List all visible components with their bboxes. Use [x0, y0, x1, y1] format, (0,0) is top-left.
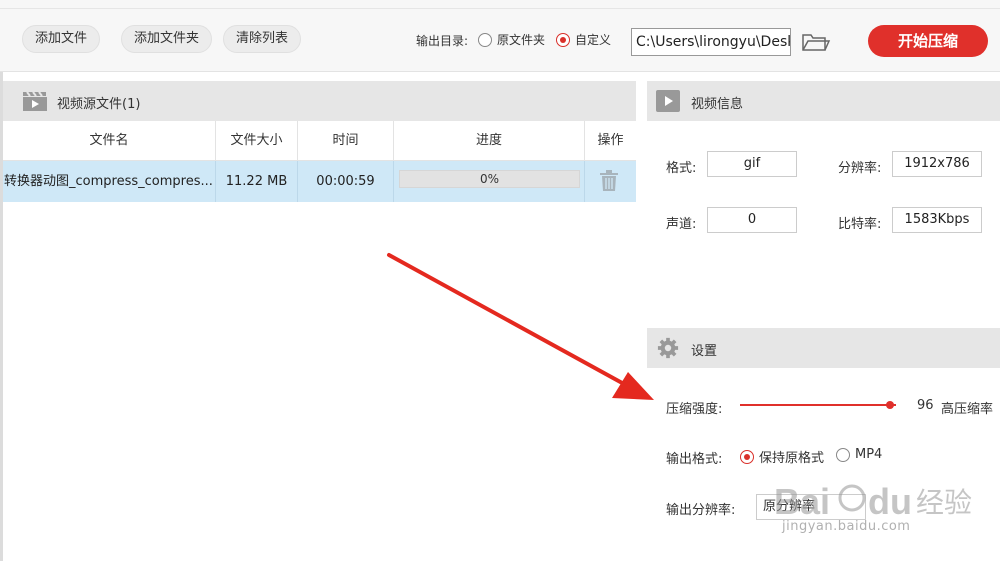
radio-circle — [836, 447, 850, 462]
strength-slider-track[interactable] — [740, 404, 896, 406]
video-info-header: 视频信息 — [647, 81, 1000, 121]
bitrate-value: 1583Kbps — [892, 207, 982, 233]
radio-original-folder[interactable]: 原文件夹 — [478, 31, 545, 48]
settings-header: 设置 — [647, 328, 1000, 368]
col-filename[interactable]: 文件名 — [3, 121, 216, 161]
radio-original-label: 原文件夹 — [497, 33, 546, 47]
strength-tag: 高压缩率 — [941, 402, 994, 417]
source-title: 视频源文件(1) — [57, 97, 141, 112]
output-path-input[interactable]: C:\Users\lirongyu\Desk — [631, 28, 791, 56]
col-action: 操作 — [597, 133, 624, 148]
radio-mp4-label: MP4 — [855, 447, 883, 462]
svg-text:Bai: Bai — [774, 481, 830, 522]
bitrate-label: 比特率: — [838, 217, 882, 232]
progress-text: 0% — [479, 172, 500, 186]
col-filesize[interactable]: 文件大小 — [216, 121, 298, 161]
output-format-label: 输出格式: — [666, 452, 723, 467]
play-icon — [656, 90, 680, 112]
resolution-label: 分辨率: — [838, 161, 882, 176]
top-divider — [0, 8, 1000, 9]
channels-label: 声道: — [666, 217, 697, 232]
baidu-watermark-logo: Bai du 经验 — [774, 481, 972, 522]
svg-text:经验: 经验 — [916, 486, 972, 519]
strength-slider-thumb[interactable] — [885, 401, 894, 409]
start-compress-button[interactable]: 开始压缩 — [868, 25, 988, 57]
table-header: 文件名 文件大小 时间 进度 操作 — [3, 121, 636, 161]
folder-icon[interactable] — [801, 31, 831, 53]
video-info-title: 视频信息 — [691, 97, 744, 112]
output-dir-label: 输出目录: — [416, 34, 469, 48]
col-duration[interactable]: 时间 — [298, 121, 394, 161]
radio-custom-label: 自定义 — [575, 33, 612, 47]
radio-custom-folder[interactable]: 自定义 — [556, 31, 611, 48]
progress-bar: 0% — [399, 170, 580, 188]
toolbar: 添加文件 添加文件夹 清除列表 输出目录: 原文件夹 自定义 C:\Users\… — [0, 0, 1000, 72]
add-folder-button[interactable]: 添加文件夹 — [121, 25, 213, 53]
row-filename: 转换器动图_compress_compres... — [3, 161, 216, 202]
strength-label: 压缩强度: — [666, 402, 723, 417]
clear-list-button[interactable]: 清除列表 — [223, 25, 302, 53]
radio-circle-selected — [740, 449, 754, 464]
radio-mp4[interactable]: MP4 — [836, 447, 882, 462]
radio-circle — [478, 32, 492, 47]
table-row[interactable]: 转换器动图_compress_compres... 11.22 MB 00:00… — [3, 161, 636, 202]
output-resolution-label: 输出分辨率: — [666, 503, 736, 518]
col-progress[interactable]: 进度 — [394, 121, 585, 161]
video-clapper-icon — [23, 91, 47, 111]
settings-title: 设置 — [691, 344, 718, 359]
resolution-value: 1912x786 — [892, 151, 982, 177]
trash-icon[interactable] — [599, 170, 619, 192]
source-header: 视频源文件(1) — [3, 81, 636, 121]
format-label: 格式: — [666, 161, 697, 176]
radio-circle-selected — [556, 32, 570, 47]
row-duration: 00:00:59 — [298, 161, 394, 202]
svg-text:du: du — [868, 481, 912, 522]
row-filesize: 11.22 MB — [216, 161, 298, 202]
radio-keep-format-label: 保持原格式 — [759, 451, 825, 466]
gear-icon — [657, 337, 679, 359]
strength-value: 96 — [917, 398, 934, 413]
radio-keep-format[interactable]: 保持原格式 — [740, 447, 824, 466]
add-file-button[interactable]: 添加文件 — [22, 25, 101, 53]
format-value: gif — [707, 151, 797, 177]
watermark-url: jingyan.baidu.com — [782, 519, 911, 534]
channels-value: 0 — [707, 207, 797, 233]
